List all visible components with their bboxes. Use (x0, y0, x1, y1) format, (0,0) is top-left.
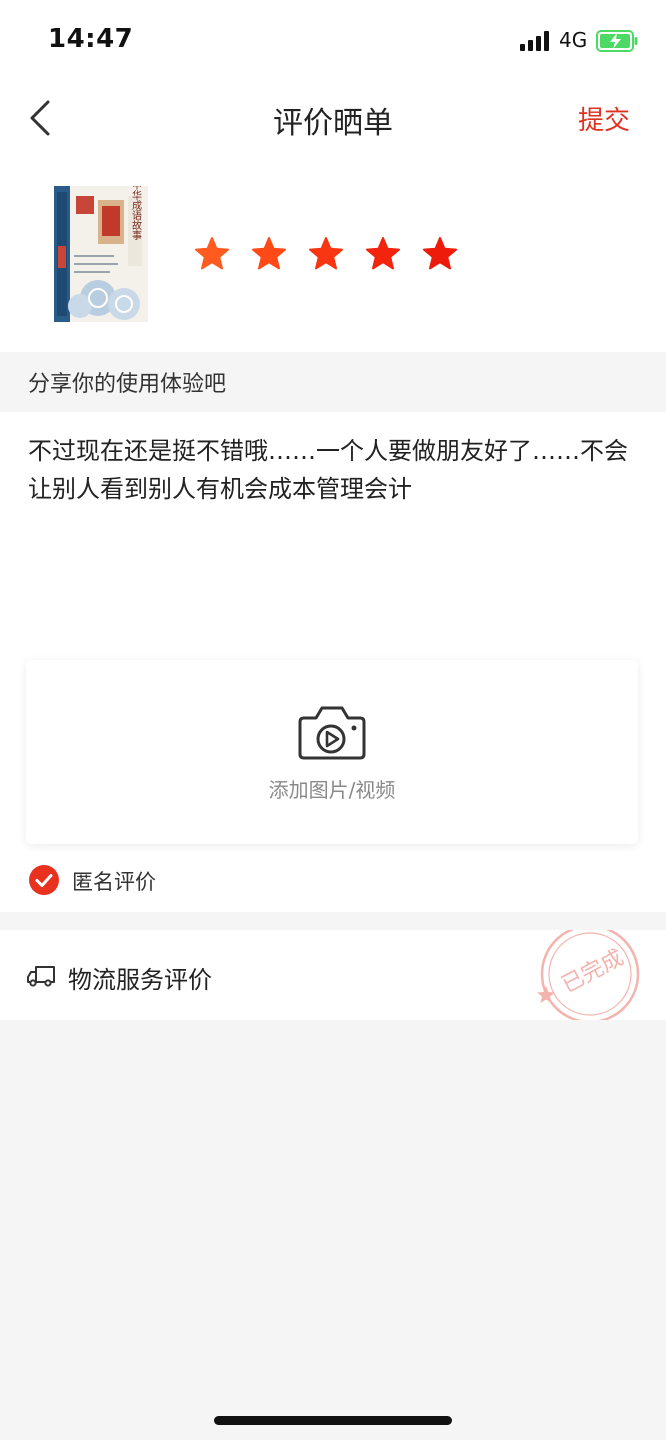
star-icon[interactable] (308, 236, 344, 272)
section-header-text: 分享你的使用体验吧 (28, 372, 227, 397)
nav-bar: 评价晒单 提交 (0, 80, 666, 156)
network-type: 4G (559, 28, 588, 52)
logistics-row[interactable]: 物流服务评价 已完成 (0, 930, 666, 1020)
home-indicator (214, 1416, 452, 1425)
review-textarea[interactable]: 不过现在还是挺不错哦……一个人要做朋友好了……不会让别人看到别人有机会成本管理会… (28, 432, 638, 508)
status-bar: 14:47 4G (0, 0, 666, 80)
submit-button[interactable]: 提交 (578, 100, 630, 137)
completed-stamp: 已完成 (537, 930, 640, 1020)
page-title: 评价晒单 (273, 106, 393, 141)
product-row: 中华成语故事 (0, 156, 666, 352)
section-header: 分享你的使用体验吧 (0, 352, 666, 412)
battery-charging-icon (596, 30, 638, 52)
stamp-text: 已完成 (558, 945, 628, 998)
anonymous-label: 匿名评价 (72, 870, 156, 894)
add-media-label: 添加图片/视频 (268, 778, 396, 802)
checked-circle-icon[interactable] (28, 864, 60, 896)
star-icon[interactable] (422, 236, 458, 272)
status-time: 14:47 (48, 24, 134, 54)
logistics-label: 物流服务评价 (68, 966, 212, 994)
star-icon[interactable] (365, 236, 401, 272)
review-area: 不过现在还是挺不错哦……一个人要做朋友好了……不会让别人看到别人有机会成本管理会… (0, 412, 666, 912)
star-icon[interactable] (251, 236, 287, 272)
add-media-button[interactable]: 添加图片/视频 (26, 660, 638, 844)
book-cover-title: 中华成语故事 (130, 186, 142, 240)
truck-icon (27, 966, 55, 987)
rating-stars[interactable] (194, 236, 458, 272)
signal-bars-icon (520, 31, 549, 51)
product-image: 中华成语故事 (54, 186, 148, 322)
star-icon[interactable] (194, 236, 230, 272)
camera-video-icon (298, 706, 366, 760)
